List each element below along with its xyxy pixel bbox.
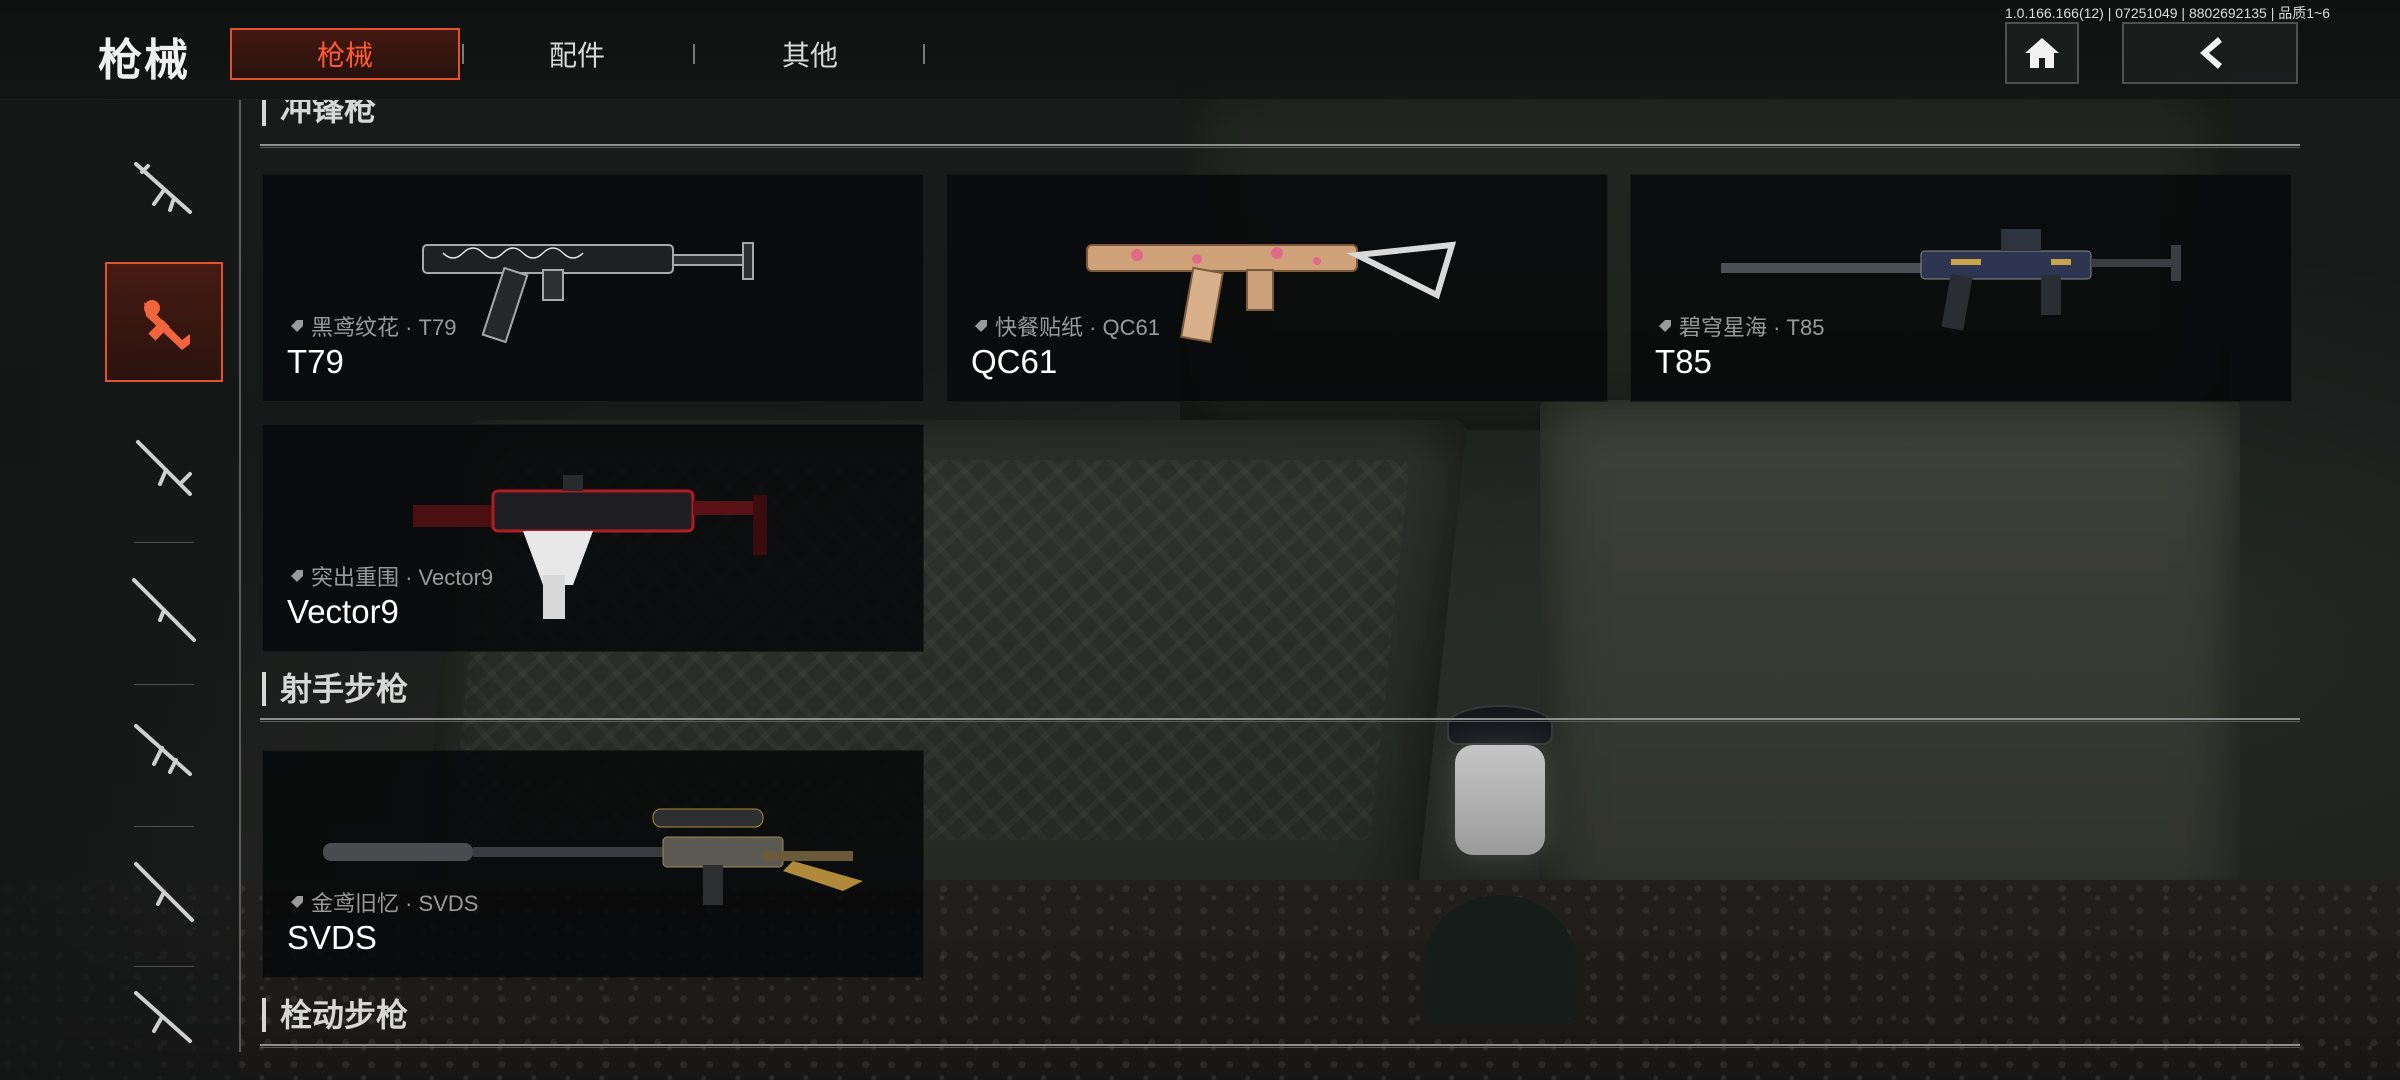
weapon-name: T85 — [1655, 343, 1712, 380]
category-shotgun[interactable] — [105, 690, 223, 810]
category-assault-rifle[interactable] — [105, 130, 223, 250]
weapon-card-t85[interactable]: 碧穹星海 · T85 T85 — [1630, 174, 2292, 402]
section-divider — [260, 1044, 2300, 1048]
tab-separator — [923, 44, 925, 64]
category-lmg[interactable] — [105, 832, 223, 952]
category-smg[interactable] — [105, 262, 223, 382]
section-title: 冲锋枪 — [262, 100, 376, 126]
weapon-name: QC61 — [971, 343, 1058, 380]
tab-other[interactable]: 其他 — [695, 28, 925, 80]
category-separator — [134, 826, 194, 827]
category-bolt-rifle[interactable] — [105, 972, 223, 1056]
home-icon — [2025, 38, 2059, 68]
tab-attachments[interactable]: 配件 — [462, 28, 692, 80]
t79-gun-image — [422, 242, 754, 344]
assault-rifle-icon — [134, 162, 192, 214]
tag-icon — [975, 320, 987, 332]
top-bar: 枪械 枪械 配件 其他 1.0.166.166(12) | 07251049 |… — [0, 0, 2400, 100]
category-sniper-rifle[interactable] — [105, 550, 223, 670]
page-title: 枪械 — [98, 36, 190, 85]
home-button[interactable] — [2005, 22, 2079, 84]
weapon-name: SVDS — [287, 919, 377, 956]
weapon-name: Vector9 — [287, 593, 399, 630]
bolt-rifle-icon — [134, 991, 192, 1043]
section-title: 栓动步枪 — [262, 998, 408, 1032]
tab-guns[interactable]: 枪械 — [230, 28, 460, 80]
skin-label: 金鸢旧忆 · SVDS — [289, 886, 478, 918]
weapon-list[interactable]: 冲锋枪 黑鸢纹花 · T79 T79 快餐贴纸 · QC61 QC61 碧穹星海… — [260, 100, 2300, 1060]
lmg-icon — [134, 862, 194, 922]
qc61-gun-image — [1086, 241, 1457, 344]
skin-label: 快餐贴纸 · QC61 — [973, 310, 1160, 342]
skin-label: 黑鸢纹花 · T79 — [289, 310, 456, 342]
marksman-rifle-icon — [136, 440, 192, 496]
weapon-card-svds[interactable]: 金鸢旧忆 · SVDS SVDS — [262, 750, 924, 978]
weapon-card-t79[interactable]: 黑鸢纹花 · T79 T79 — [262, 174, 924, 402]
skin-label: 碧穹星海 · T85 — [1657, 310, 1824, 342]
category-separator — [134, 684, 194, 685]
tag-icon — [1659, 320, 1671, 332]
skin-label: 突出重围 · Vector9 — [289, 560, 493, 592]
shotgun-icon — [134, 724, 192, 776]
category-marksman-rifle[interactable] — [105, 408, 223, 528]
section-divider — [260, 718, 2300, 722]
category-separator — [134, 542, 194, 543]
vector9-gun-image — [413, 475, 767, 619]
weapon-name: T79 — [287, 343, 344, 380]
sniper-rifle-icon — [132, 578, 196, 642]
section-divider — [260, 144, 2300, 148]
smg-icon — [144, 300, 190, 350]
tag-icon — [291, 570, 303, 582]
version-info: 1.0.166.166(12) | 07251049 | 8802692135 … — [2004, 5, 2330, 21]
category-separator — [134, 966, 194, 967]
section-title: 射手步枪 — [262, 672, 408, 706]
tag-icon — [291, 896, 303, 908]
back-button[interactable] — [2122, 22, 2298, 84]
weapon-card-qc61[interactable]: 快餐贴纸 · QC61 QC61 — [946, 174, 1608, 402]
weapon-card-vector9[interactable]: 突出重围 · Vector9 Vector9 — [262, 424, 924, 652]
tag-icon — [291, 320, 303, 332]
sidebar-divider — [239, 100, 241, 1052]
chevron-left-icon — [2200, 37, 2222, 69]
